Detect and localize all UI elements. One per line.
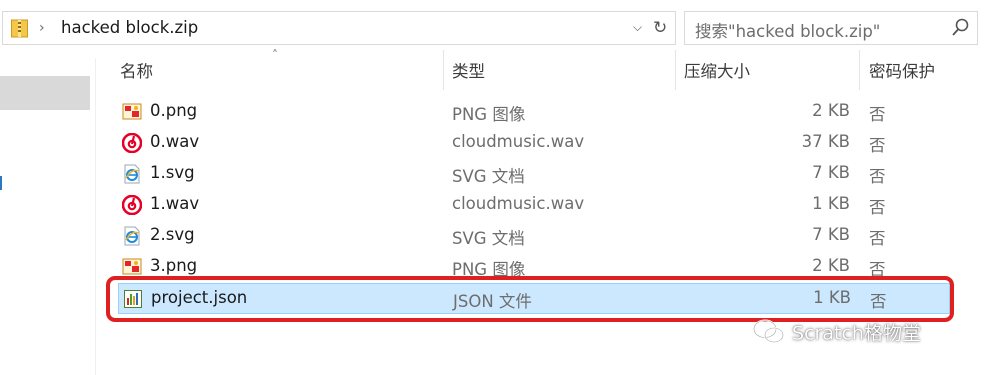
refresh-icon[interactable]: ↻ [653,18,667,38]
chevron-down-icon[interactable]: ⌵ [633,20,642,35]
watermark-text: Scratch格物堂 [792,322,921,345]
file-type: PNG 图像 [452,105,526,124]
file-password-protected: 否 [869,198,886,217]
cloudmusic-icon [122,195,142,215]
zip-folder-icon [11,19,28,38]
pane-divider[interactable] [95,58,96,375]
file-password-protected: 否 [869,229,886,248]
breadcrumb[interactable]: hacked block.zip [61,18,198,37]
column-header-size-label: 压缩大小 [684,62,750,81]
file-size: 37 KB [801,132,850,151]
column-divider[interactable] [675,50,676,90]
highlight-annotation [106,276,954,322]
file-name: 1.wav [150,194,200,213]
file-name: 1.svg [150,163,195,182]
file-type: cloudmusic.wav [452,194,585,213]
file-password-protected: 否 [869,167,886,186]
nav-item-selected[interactable] [0,76,90,110]
file-name: 0.png [150,101,198,120]
file-row[interactable]: 2.svg SVG 文档 7 KB 否 [118,221,950,252]
file-size: 7 KB [812,163,850,182]
column-header-name-label: 名称 [120,62,153,81]
file-row[interactable]: 1.svg SVG 文档 7 KB 否 [118,159,950,190]
address-bar[interactable]: › hacked block.zip ⌵ ↻ [2,11,676,45]
column-header-type-label: 类型 [452,62,485,81]
png-image-icon [122,103,142,120]
column-header-password-label: 密码保护 [869,62,935,81]
file-name: 2.svg [150,225,195,244]
file-row[interactable]: 1.wav cloudmusic.wav 1 KB 否 [118,190,950,221]
search-box[interactable]: 搜索"hacked block.zip" [684,11,978,45]
file-row[interactable]: 0.wav cloudmusic.wav 37 KB 否 [118,128,950,159]
column-header-password[interactable]: 密码保护 [869,50,979,90]
cloudmusic-icon [122,133,142,153]
file-password-protected: 否 [869,105,886,124]
wechat-icon [753,319,784,343]
column-divider[interactable] [443,50,444,90]
file-name: 3.png [150,256,198,275]
file-password-protected: 否 [869,136,886,155]
nav-item-partial[interactable] [0,176,6,190]
file-name: 0.wav [150,132,200,151]
column-divider[interactable] [859,50,860,90]
navigation-pane [0,58,100,375]
file-type: SVG 文档 [452,229,525,248]
png-image-icon [122,258,142,275]
column-header-name[interactable]: 名称 [120,50,440,90]
column-header-size[interactable]: 压缩大小 [684,50,854,90]
file-type: SVG 文档 [452,167,525,186]
file-size: 1 KB [812,194,850,213]
column-header-type[interactable]: 类型 [452,50,672,90]
file-type: cloudmusic.wav [452,132,585,151]
ie-document-icon [124,226,140,246]
file-size: 2 KB [812,101,850,120]
file-size: 2 KB [812,256,850,275]
watermark: Scratch格物堂 [752,318,921,348]
search-icon[interactable] [951,17,971,39]
file-size: 7 KB [812,225,850,244]
file-row[interactable]: 0.png PNG 图像 2 KB 否 [118,97,950,128]
chevron-right-icon: › [39,20,45,36]
ie-document-icon [124,164,140,184]
search-input[interactable]: 搜索"hacked block.zip" [695,18,880,42]
